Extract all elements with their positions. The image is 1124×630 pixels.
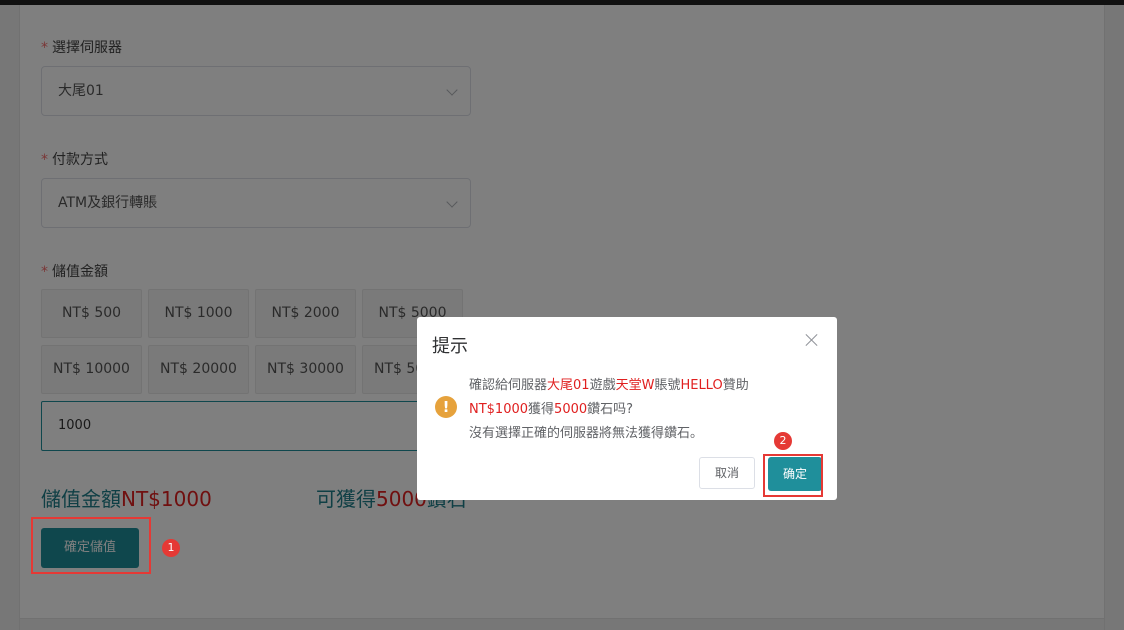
msg-text: 賬號 [654, 378, 681, 393]
close-icon[interactable] [805, 333, 819, 347]
annotation-box-1 [31, 517, 151, 574]
annotation-badge-1: 1 [162, 539, 180, 557]
modal-overlay [0, 0, 1124, 630]
msg-text: 鑽石吗? [587, 402, 634, 417]
msg-diamonds: 5000 [554, 402, 588, 417]
cancel-button[interactable]: 取消 [699, 457, 755, 489]
msg-text: 獲得 [528, 402, 555, 417]
annotation-box-2 [763, 454, 823, 497]
annotation-badge-2: 2 [774, 432, 792, 450]
msg-account: HELLO [680, 378, 723, 393]
dialog-message-line1: 確認給伺服器大尾01遊戲天堂W賬號HELLO贊助 [469, 374, 749, 393]
msg-game: 天堂W [615, 378, 655, 393]
warning-icon: ! [435, 396, 457, 418]
msg-server: 大尾01 [547, 378, 590, 393]
msg-text: 確認給伺服器 [469, 378, 548, 393]
msg-text: 贊助 [722, 378, 749, 393]
dialog-message-line3: 沒有選擇正確的伺服器將無法獲得鑽石。 [469, 426, 704, 441]
dialog-message-line2: NT$1000獲得5000鑽石吗? [469, 398, 633, 417]
msg-text: 遊戲 [589, 378, 616, 393]
msg-amount: NT$1000 [469, 402, 529, 417]
dialog-title: 提示 [432, 336, 468, 357]
